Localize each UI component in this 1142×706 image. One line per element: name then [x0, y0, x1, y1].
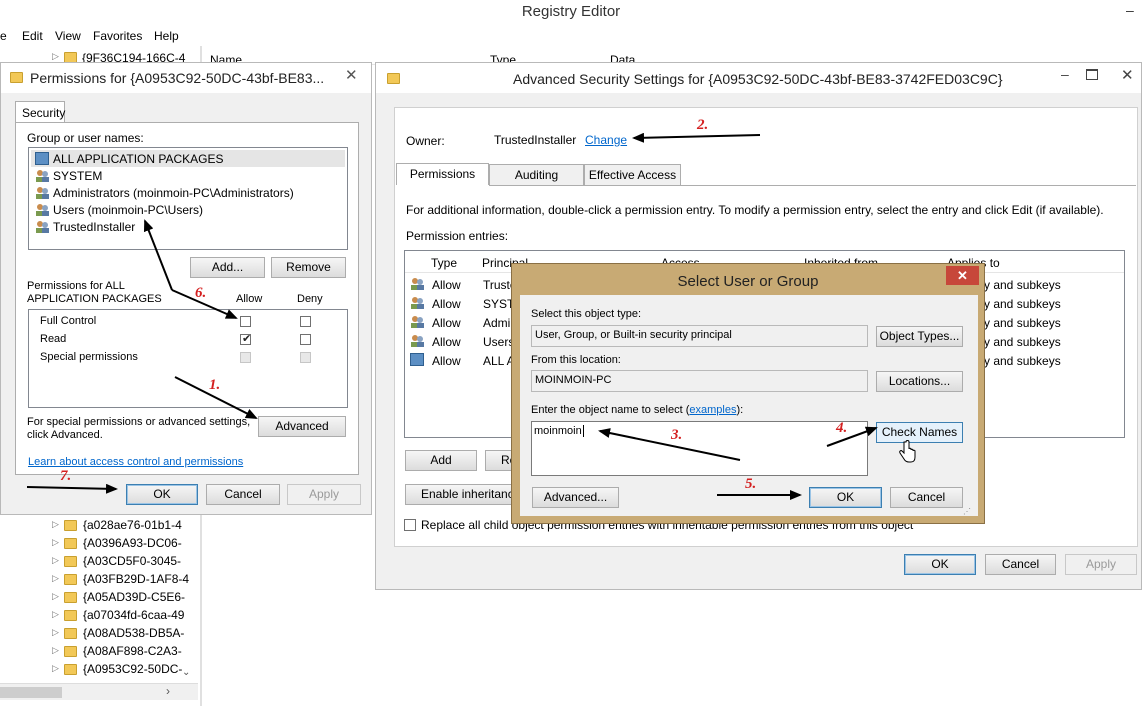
arrow-3 [598, 428, 741, 461]
annotation-label-3: 3. [671, 427, 683, 443]
arrow-2 [632, 132, 761, 143]
arrow-6a [143, 219, 173, 291]
arrow-4 [826, 426, 878, 447]
annotation-label-2: 2. [697, 117, 709, 133]
annotation-label-5: 5. [745, 476, 757, 492]
annotation-label-7: 7. [60, 468, 72, 484]
annotation-label-1: 1. [209, 377, 221, 393]
annotation-arrows [26, 132, 878, 500]
annotation-label-4: 4. [836, 420, 848, 436]
annotation-label-6: 6. [195, 285, 207, 301]
arrow-7 [26, 483, 118, 494]
